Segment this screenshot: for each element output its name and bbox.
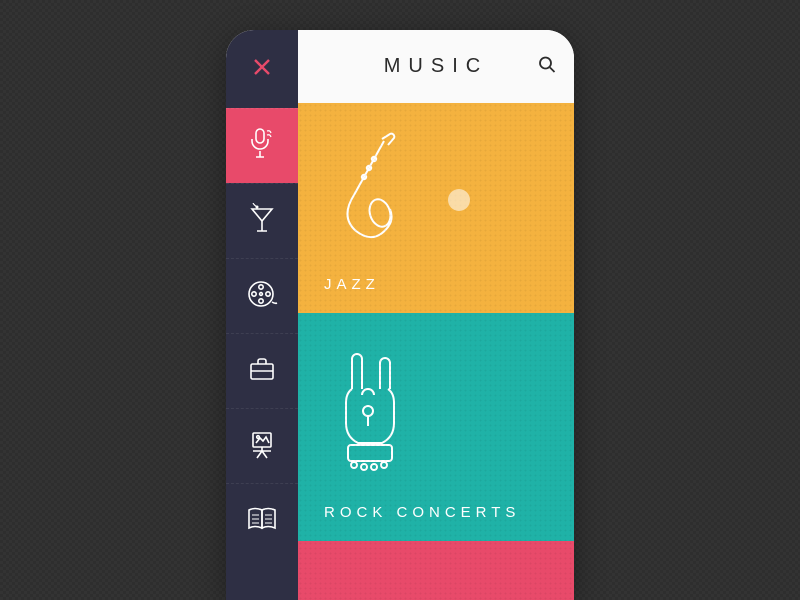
header: MUSIC xyxy=(298,30,574,103)
app-frame: MUSIC JAZZ xyxy=(226,30,574,600)
page-title: MUSIC xyxy=(384,55,488,78)
close-icon xyxy=(251,56,273,83)
sidebar-item-music[interactable] xyxy=(226,108,298,183)
sidebar xyxy=(226,30,298,600)
sidebar-item-nightlife[interactable] xyxy=(226,183,298,258)
briefcase-icon xyxy=(247,355,277,388)
sidebar-item-art[interactable] xyxy=(226,408,298,483)
search-button[interactable] xyxy=(538,55,556,78)
category-card-next[interactable] xyxy=(298,541,574,600)
easel-icon xyxy=(247,428,277,465)
sidebar-item-business[interactable] xyxy=(226,333,298,408)
rock-hand-icon xyxy=(324,478,414,495)
book-icon xyxy=(246,506,278,537)
main-content: MUSIC JAZZ xyxy=(298,30,574,600)
category-label: ROCK CONCERTS xyxy=(324,504,520,521)
film-reel-icon xyxy=(246,278,278,315)
decorative-dot xyxy=(448,189,470,211)
category-label: JAZZ xyxy=(324,276,380,293)
sidebar-item-close[interactable] xyxy=(226,30,298,108)
category-card-jazz[interactable]: JAZZ xyxy=(298,103,574,312)
sidebar-item-reading[interactable] xyxy=(226,483,298,558)
saxophone-icon xyxy=(324,238,414,255)
sidebar-item-film[interactable] xyxy=(226,258,298,333)
microphone-icon xyxy=(247,127,277,166)
search-icon xyxy=(538,60,556,77)
category-card-rock[interactable]: ROCK CONCERTS xyxy=(298,313,574,541)
cocktail-icon xyxy=(247,203,277,240)
